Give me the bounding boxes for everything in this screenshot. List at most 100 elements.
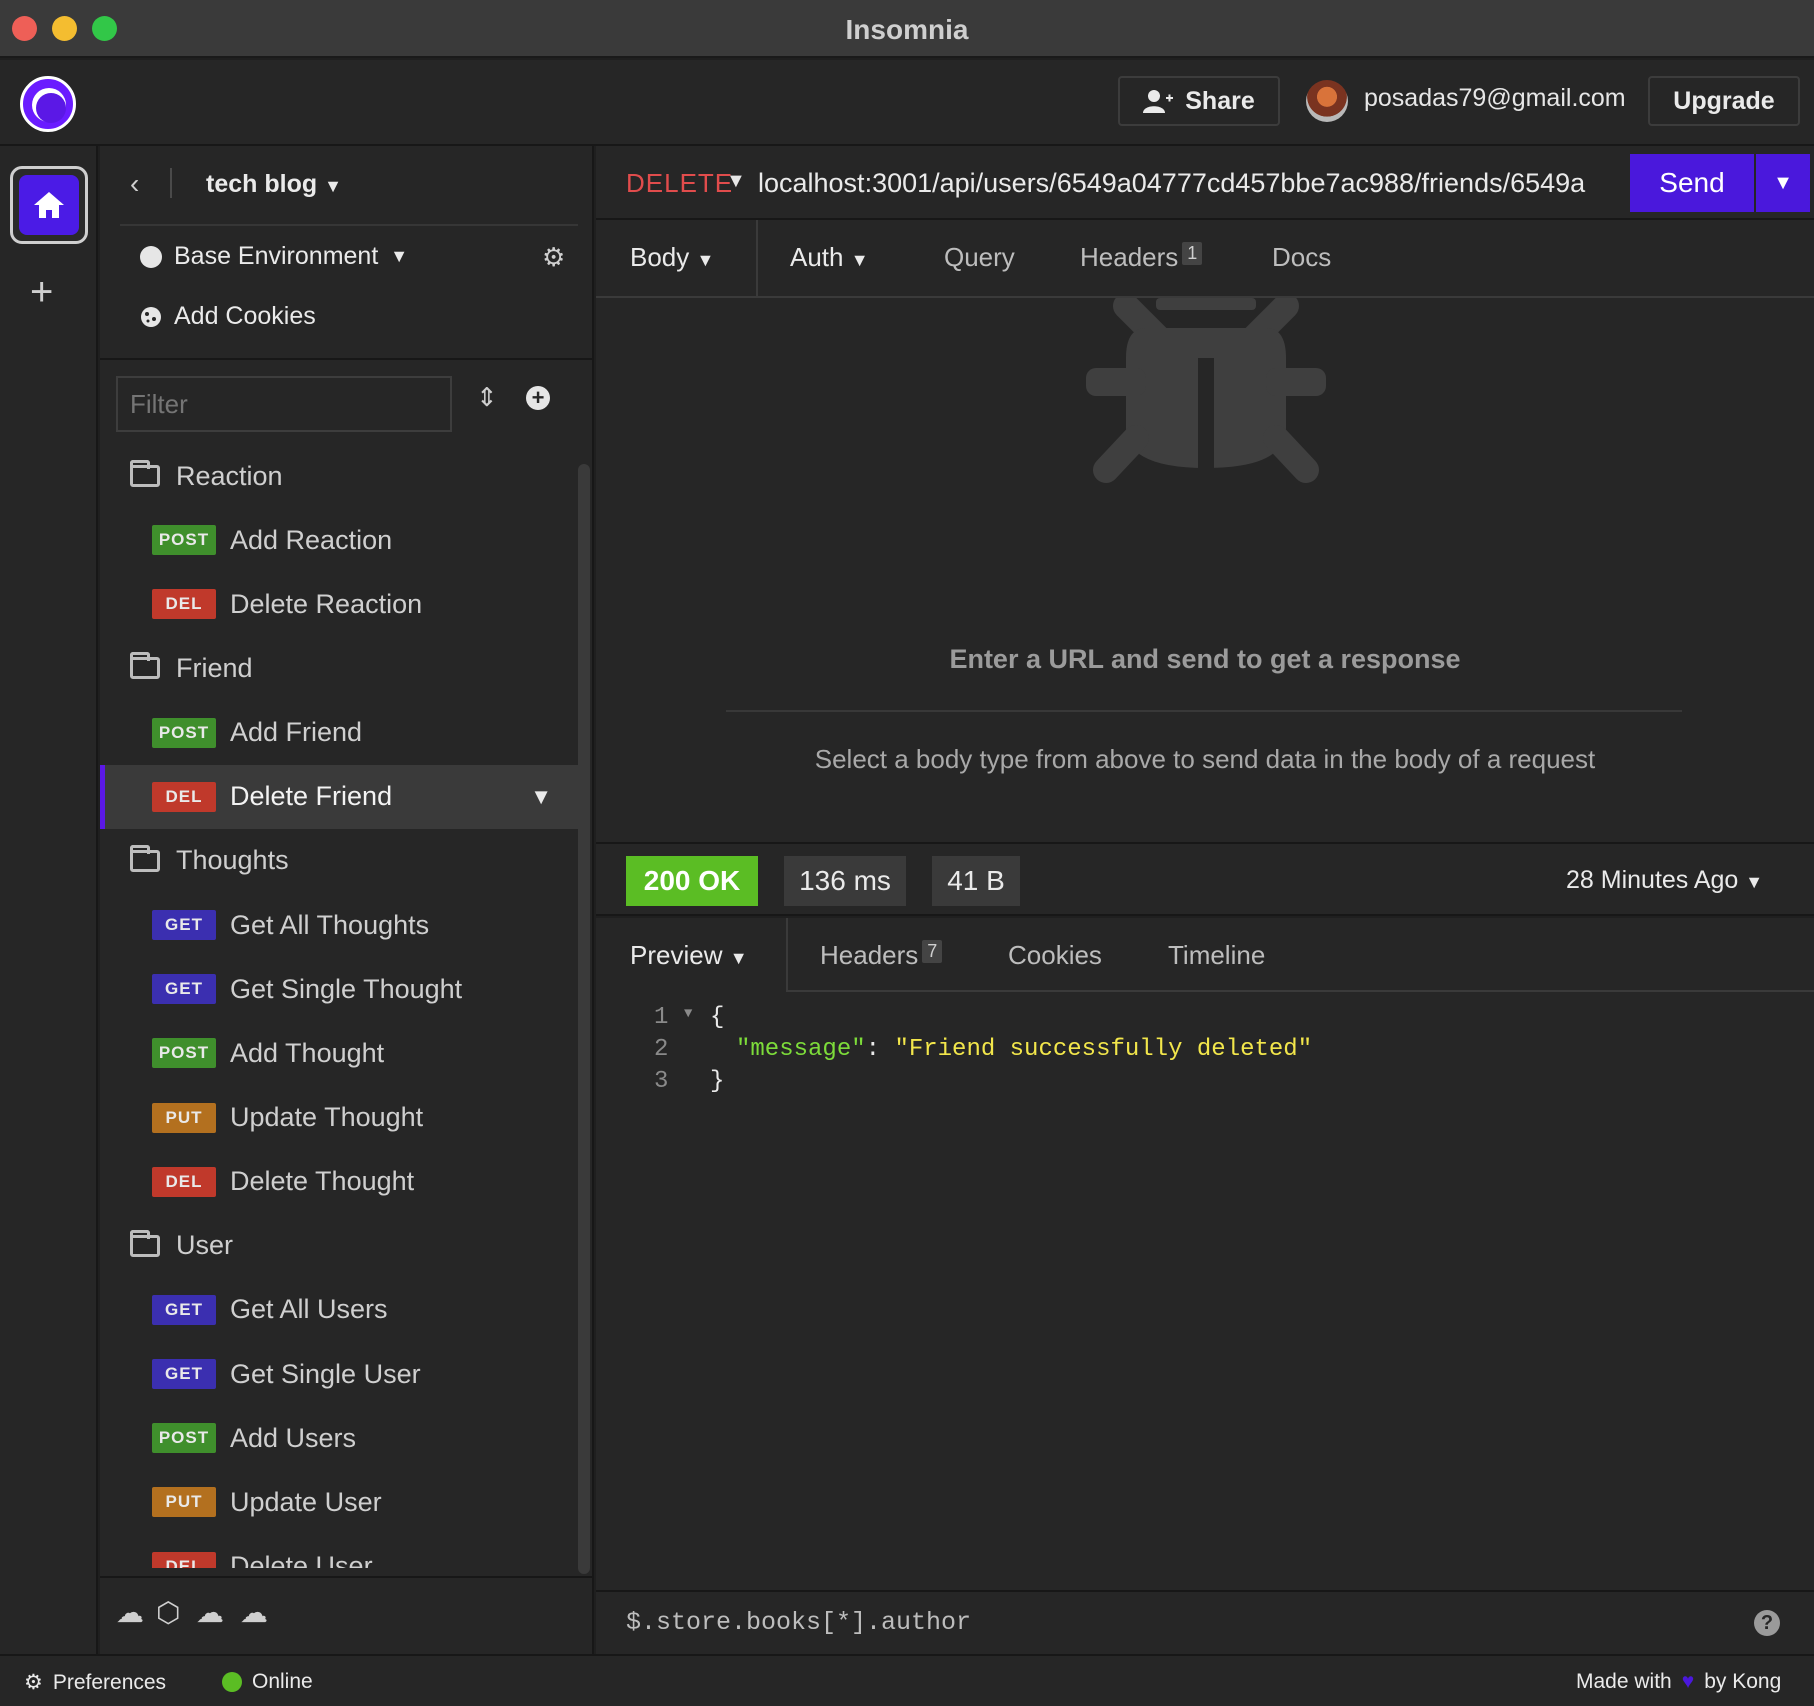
request-item-delete-user[interactable]: DEL Delete User (100, 1535, 580, 1568)
request-item-delete-thought[interactable]: DEL Delete Thought (100, 1150, 580, 1214)
tab-response-headers[interactable]: Headers 7 (820, 940, 943, 971)
tab-query[interactable]: Query (944, 242, 1015, 273)
made-with-label: Made with (1576, 1670, 1672, 1693)
method-dropdown[interactable]: DELETE (626, 168, 733, 199)
online-dot-icon (222, 1672, 242, 1692)
gear-icon: ⚙ (24, 1671, 43, 1694)
folder-thoughts[interactable]: Thoughts (100, 829, 580, 893)
request-item-add-reaction[interactable]: POST Add Reaction (100, 508, 580, 572)
cube-icon[interactable]: ⬡ (156, 1596, 180, 1629)
environment-name: Base Environment (174, 242, 379, 270)
workspace-dropdown[interactable]: tech blog ▼ (206, 170, 342, 199)
url-input[interactable]: localhost:3001/api/users/6549a04777cd457… (758, 168, 1618, 199)
request-item-update-user[interactable]: PUT Update User (100, 1470, 580, 1534)
json-open-brace: { (710, 1004, 725, 1031)
tab-timeline[interactable]: Timeline (1168, 940, 1265, 971)
cloud-icon[interactable]: ☁ (116, 1596, 144, 1629)
folder-icon (130, 844, 160, 872)
tab-cookies[interactable]: Cookies (1008, 940, 1102, 971)
sort-icon[interactable]: ⇕ (476, 382, 498, 413)
back-icon[interactable]: ‹ (130, 168, 139, 200)
made-with-credit[interactable]: Made with ♥ by Kong (1576, 1670, 1781, 1694)
folder-reaction[interactable]: Reaction (100, 444, 580, 508)
request-item-add-users[interactable]: POST Add Users (100, 1406, 580, 1470)
request-item-get-single-thought[interactable]: GET Get Single Thought (100, 957, 580, 1021)
request-item-get-all-thoughts[interactable]: GET Get All Thoughts (100, 893, 580, 957)
help-icon[interactable]: ? (1754, 1610, 1780, 1636)
folder-label: Thoughts (176, 845, 289, 876)
online-status[interactable]: Online (222, 1670, 313, 1694)
response-time-badge: 136 ms (784, 856, 906, 906)
sidebar-scrollbar[interactable] (578, 464, 590, 1574)
json-line: "message": "Friend successfully deleted" (736, 1036, 1312, 1063)
request-item-update-thought[interactable]: PUT Update Thought (100, 1086, 580, 1150)
request-item-delete-friend[interactable]: DEL Delete Friend ▼ (100, 764, 580, 829)
empty-state-hint: Select a body type from above to send da… (814, 744, 1596, 774)
request-item-get-all-users[interactable]: GET Get All Users (100, 1278, 580, 1342)
divider (170, 168, 172, 198)
response-headers-count-badge: 7 (922, 940, 943, 963)
response-status-bar: 200 OK 136 ms 41 B 28 Minutes Ago ▼ (596, 842, 1814, 916)
tab-headers-label: Headers (1080, 242, 1179, 272)
gear-icon[interactable]: ⚙ (542, 242, 565, 273)
tab-auth[interactable]: Auth ▼ (790, 242, 869, 273)
tab-body[interactable]: Body ▼ (630, 242, 714, 273)
method-badge: GET (152, 1359, 216, 1390)
json-value: "Friend successfully deleted" (894, 1036, 1313, 1063)
request-item-delete-reaction[interactable]: DEL Delete Reaction (100, 572, 580, 636)
add-request-icon[interactable]: + (526, 386, 550, 410)
request-item-get-single-user[interactable]: GET Get Single User (100, 1342, 580, 1406)
line-number: 2 (654, 1036, 669, 1063)
avatar[interactable] (1306, 80, 1348, 122)
environment-dropdown[interactable]: Base Environment ▼ (140, 242, 408, 271)
json-key: "message" (736, 1036, 866, 1063)
divider (756, 220, 758, 296)
chevron-down-icon[interactable]: ▼ (530, 784, 552, 810)
share-button[interactable]: Share (1118, 76, 1280, 126)
chevron-down-icon[interactable]: ▼ (726, 170, 746, 193)
empty-state-title: Enter a URL and send to get a response (949, 644, 1461, 674)
filter-input[interactable] (116, 376, 452, 432)
workspace-header: ‹ tech blog ▼ (100, 146, 594, 226)
send-options-icon[interactable]: ▼ (1756, 154, 1810, 212)
insomnia-logo[interactable] (20, 76, 76, 132)
bottom-status-bar: ⚙ Preferences Online Made with ♥ by Kong (0, 1654, 1814, 1706)
response-preview[interactable]: 1 ▼ { 2 "message": "Friend successfully … (596, 992, 1814, 1590)
add-user-icon (1143, 90, 1174, 113)
divider (726, 710, 1682, 712)
preferences-button[interactable]: ⚙ Preferences (24, 1670, 166, 1695)
chevron-down-icon: ▼ (1745, 872, 1764, 892)
tab-body-label: Body (630, 242, 690, 272)
method-badge: POST (152, 525, 216, 556)
history-dropdown[interactable]: 28 Minutes Ago ▼ (1566, 866, 1763, 895)
share-label: Share (1185, 86, 1255, 115)
app-header: Share posadas79@gmail.com Upgrade (0, 60, 1814, 146)
tab-auth-label: Auth (790, 242, 844, 272)
upgrade-button[interactable]: Upgrade (1648, 76, 1800, 126)
account-email[interactable]: posadas79@gmail.com (1364, 84, 1626, 113)
add-cookies-button[interactable]: Add Cookies (140, 302, 316, 331)
sync-toolbar: ☁ ⬡ ☁ ☁ (100, 1576, 594, 1652)
method-badge: POST (152, 717, 216, 748)
request-label: Delete Friend (230, 781, 393, 812)
workspace-name: tech blog (206, 170, 318, 198)
tab-headers[interactable]: Headers 1 (1080, 242, 1203, 273)
folder-friend[interactable]: Friend (100, 636, 580, 700)
request-item-add-friend[interactable]: POST Add Friend (100, 701, 580, 765)
chevron-down-icon: ▼ (696, 250, 715, 270)
send-button[interactable]: Send (1630, 154, 1754, 212)
home-icon (34, 192, 64, 218)
plus-icon[interactable]: + (30, 270, 53, 315)
request-item-add-thought[interactable]: POST Add Thought (100, 1021, 580, 1085)
cloud-upload-icon[interactable]: ☁ (240, 1596, 268, 1629)
fold-icon[interactable]: ▼ (684, 1006, 692, 1022)
tab-docs[interactable]: Docs (1272, 242, 1331, 273)
request-label: Add Thought (230, 1037, 385, 1068)
home-button[interactable] (10, 166, 88, 244)
left-rail: + (0, 146, 98, 1654)
response-filter-input[interactable]: $.store.books[*].author (626, 1608, 971, 1637)
cloud-download-icon[interactable]: ☁ (196, 1596, 224, 1629)
tab-preview[interactable]: Preview ▼ (630, 940, 748, 971)
folder-user[interactable]: User (100, 1214, 580, 1278)
request-label: Add Users (230, 1422, 357, 1453)
